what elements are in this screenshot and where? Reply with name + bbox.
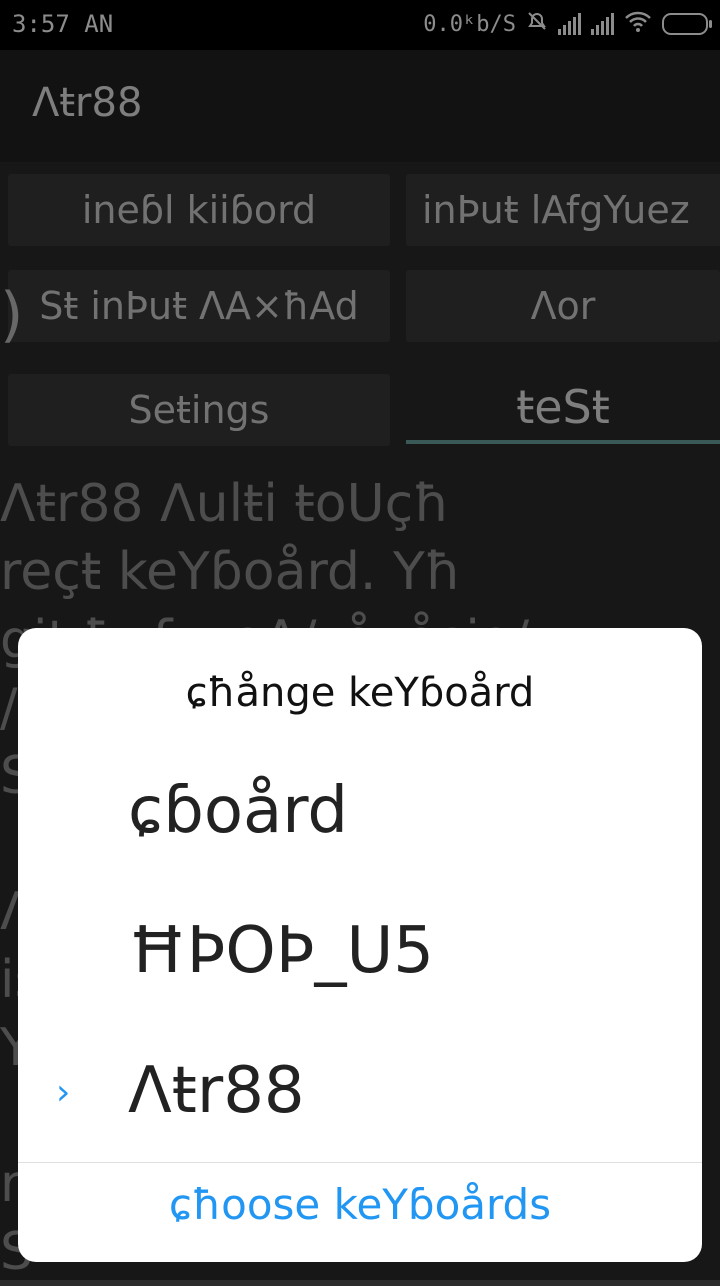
dialog-title: ɕħånge keYɓoård — [185, 670, 535, 716]
divider — [18, 1162, 702, 1163]
keyboard-option-label: ɕɓoård — [128, 774, 348, 848]
keyboard-option-hpop[interactable]: ĦÞOÞ_U5 — [18, 892, 702, 1012]
keyboard-option-label: ĦÞOÞ_U5 — [128, 914, 434, 988]
keyboard-option-gboard[interactable]: ɕɓoård — [18, 752, 702, 872]
selected-chevron-icon: › — [56, 1072, 71, 1113]
change-keyboard-dialog: ɕħånge keYɓoård ɕɓoård ĦÞOÞ_U5 › Λŧr88 ɕ… — [18, 628, 702, 1262]
keyboard-option-atr88[interactable]: › Λŧr88 — [18, 1032, 702, 1152]
keyboard-option-label: Λŧr88 — [128, 1054, 305, 1128]
choose-keyboards-button[interactable]: ɕħoose keYɓoårds — [18, 1180, 702, 1229]
